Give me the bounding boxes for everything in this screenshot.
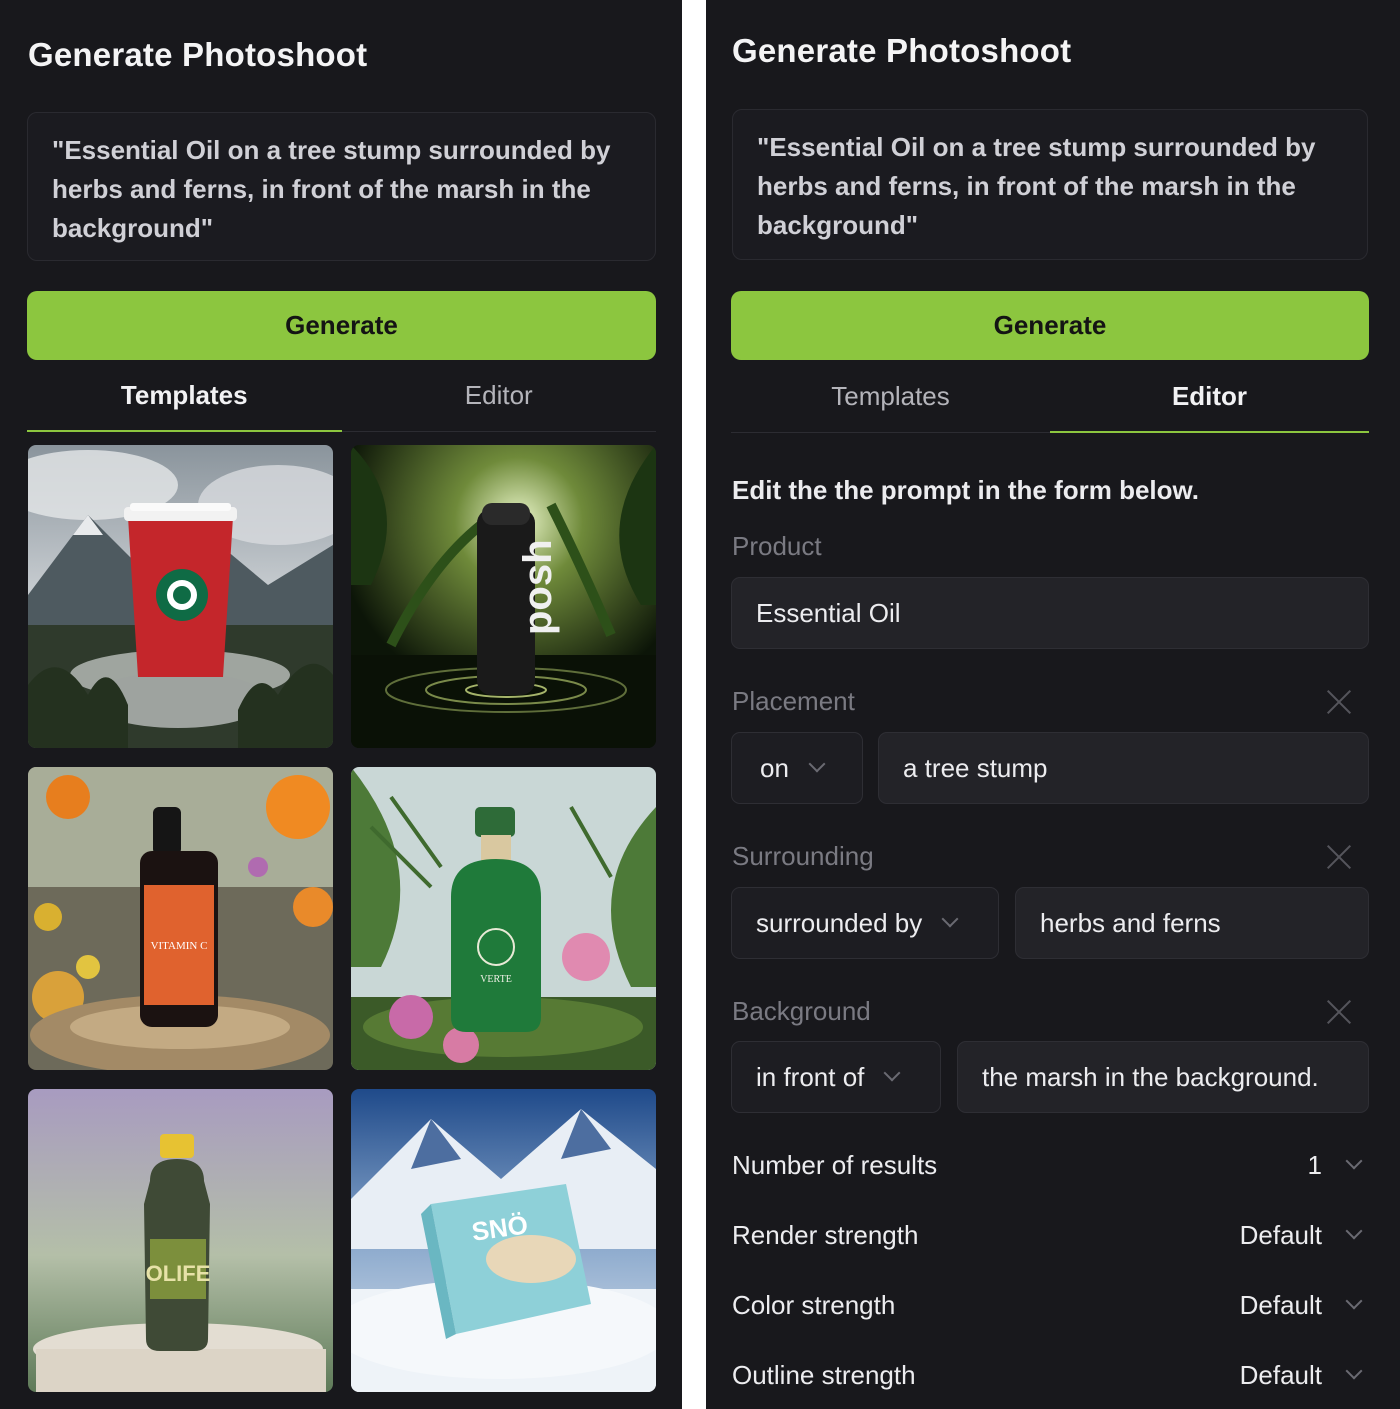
prompt-box[interactable]: "Essential Oil on a tree stump surrounde… — [732, 109, 1368, 260]
outline-strength-label: Outline strength — [732, 1359, 916, 1390]
background-label: Background — [732, 996, 871, 1026]
surrounding-label: Surrounding — [732, 841, 874, 871]
render-strength-select[interactable]: Render strength Default — [732, 1213, 1368, 1257]
svg-text:posh: posh — [516, 539, 560, 635]
templates-panel: Generate Photoshoot "Essential Oil on a … — [0, 0, 682, 1409]
prompt-text: "Essential Oil on a tree stump surrounde… — [757, 132, 1316, 240]
chevron-down-icon — [1345, 1362, 1363, 1380]
tab-templates[interactable]: Templates — [27, 360, 342, 432]
product-value: Essential Oil — [756, 597, 901, 628]
chevron-down-icon — [883, 1064, 901, 1082]
chevron-down-icon — [1345, 1222, 1363, 1240]
color-strength-value: Default — [1239, 1289, 1322, 1320]
svg-text:VITAMIN C: VITAMIN C — [151, 940, 208, 952]
sno-ice-cream-image: SNÖ — [351, 1089, 656, 1392]
svg-text:OLIFE: OLIFE — [146, 1261, 211, 1286]
render-strength-value: Default — [1239, 1219, 1322, 1250]
background-preposition-value: in front of — [756, 1061, 865, 1092]
tab-bar: Templates Editor — [27, 360, 656, 432]
background-input[interactable]: the marsh in the background. — [957, 1041, 1369, 1113]
page-title: Generate Photoshoot — [732, 32, 1072, 69]
template-sno-ice-cream[interactable]: SNÖ — [351, 1089, 656, 1392]
tab-editor[interactable]: Editor — [342, 360, 657, 431]
prompt-text: "Essential Oil on a tree stump surrounde… — [52, 135, 611, 243]
placement-label: Placement — [732, 686, 855, 716]
color-strength-select[interactable]: Color strength Default — [732, 1283, 1368, 1327]
chevron-down-icon — [1345, 1152, 1363, 1170]
surrounding-preposition-value: surrounded by — [756, 907, 923, 938]
product-label: Product — [732, 531, 822, 561]
template-verte-perfume[interactable]: VERTE — [351, 767, 656, 1070]
number-of-results-label: Number of results — [732, 1149, 938, 1180]
background-preposition-select[interactable]: in front of — [731, 1041, 941, 1113]
color-strength-label: Color strength — [732, 1289, 896, 1320]
chevron-down-icon — [808, 755, 826, 773]
remove-placement-icon[interactable] — [1326, 689, 1352, 715]
remove-background-icon[interactable] — [1326, 999, 1352, 1025]
placement-value: a tree stump — [903, 752, 1048, 783]
chevron-down-icon — [1345, 1292, 1363, 1310]
generate-button[interactable]: Generate — [731, 291, 1369, 360]
placement-input[interactable]: a tree stump — [878, 732, 1369, 804]
editor-instruction: Edit the the prompt in the form below. — [732, 475, 1200, 505]
surrounding-input[interactable]: herbs and ferns — [1015, 887, 1369, 959]
tab-bar: Templates Editor — [731, 361, 1369, 433]
number-of-results-select[interactable]: Number of results 1 — [732, 1143, 1368, 1187]
tab-editor[interactable]: Editor — [1050, 361, 1369, 433]
template-posh-men-deodorant[interactable]: posh — [351, 445, 656, 748]
olife-bottle-image: OLIFE — [28, 1089, 333, 1392]
template-starbucks-coffee-cup[interactable] — [28, 445, 333, 748]
svg-text:VERTE: VERTE — [480, 974, 512, 985]
prompt-box[interactable]: "Essential Oil on a tree stump surrounde… — [27, 112, 656, 261]
template-vitamin-c-serum[interactable]: VITAMIN C — [28, 767, 333, 1070]
tab-templates[interactable]: Templates — [731, 361, 1050, 432]
outline-strength-value: Default — [1239, 1359, 1322, 1390]
verte-perfume-image: VERTE — [351, 767, 656, 1070]
placement-preposition-value: on — [760, 752, 789, 783]
remove-surrounding-icon[interactable] — [1326, 844, 1352, 870]
background-value: the marsh in the background. — [982, 1061, 1319, 1092]
posh-deodorant-image: posh — [351, 445, 656, 748]
chevron-down-icon — [941, 910, 959, 928]
page-title: Generate Photoshoot — [28, 36, 368, 73]
surrounding-preposition-select[interactable]: surrounded by — [731, 887, 999, 959]
vitamin-c-image: VITAMIN C — [28, 767, 333, 1070]
product-input[interactable]: Essential Oil — [731, 577, 1369, 649]
render-strength-label: Render strength — [732, 1219, 919, 1250]
outline-strength-select[interactable]: Outline strength Default — [732, 1353, 1368, 1397]
generate-button[interactable]: Generate — [27, 291, 656, 360]
placement-preposition-select[interactable]: on — [731, 732, 863, 804]
number-of-results-value: 1 — [1307, 1149, 1322, 1180]
template-olife-bottle[interactable]: OLIFE — [28, 1089, 333, 1392]
starbucks-cup-image — [28, 445, 333, 748]
editor-panel: Generate Photoshoot "Essential Oil on a … — [706, 0, 1400, 1409]
surrounding-value: herbs and ferns — [1040, 907, 1221, 938]
